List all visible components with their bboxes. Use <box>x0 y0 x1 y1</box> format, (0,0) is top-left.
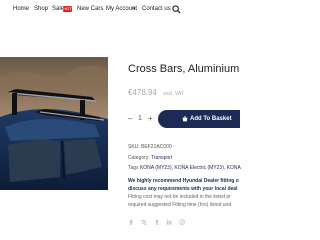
nav-home-link[interactable]: Home <box>13 6 29 12</box>
vat-note: excl. VAT <box>163 91 185 97</box>
tags-links[interactable]: KONA (MY23), KONA Electric (MY23), KONA <box>140 165 241 171</box>
pinterest-icon[interactable] <box>179 219 185 225</box>
description-line: discuss any requirements with your local… <box>128 186 238 192</box>
chevron-down-icon[interactable]: ▾ <box>133 6 136 12</box>
product-price: €478.94 <box>128 88 157 97</box>
quantity-decrease-button[interactable]: – <box>128 114 132 123</box>
linkedin-icon[interactable] <box>166 219 172 225</box>
nav-contact-link[interactable]: Contact us <box>142 6 171 12</box>
basket-icon <box>182 116 188 122</box>
tumblr-icon[interactable] <box>154 219 160 225</box>
price-row: €478.94 excl. VAT <box>128 82 184 100</box>
category-link[interactable]: Transport <box>151 155 172 161</box>
sku-value: BEF21AC000 <box>141 144 172 150</box>
search-icon[interactable] <box>172 5 181 14</box>
sale-badge: HOT <box>63 6 72 12</box>
quantity-input[interactable]: 1 <box>138 115 142 122</box>
category-label: Category: <box>128 155 150 161</box>
twitter-icon[interactable] <box>141 219 147 225</box>
top-navigation: Home Shop Sale HOT New Cars My Account ▾… <box>0 0 240 20</box>
description-line: required suggested Fitting time (hrs) li… <box>128 202 232 208</box>
tags-row: Tags KONA (MY23), KONA Electric (MY23), … <box>128 165 241 171</box>
sku-row: SKU: BEF21AC000 <box>128 144 172 150</box>
category-row: Category: Transport <box>128 155 172 161</box>
add-to-basket-label: Add To Basket <box>190 116 232 122</box>
product-image[interactable] <box>0 57 108 190</box>
add-to-basket-button[interactable]: Add To Basket <box>158 110 240 128</box>
sku-label: SKU: <box>128 144 140 150</box>
facebook-icon[interactable] <box>128 219 134 225</box>
description-line: Fitting cost may not be included in the … <box>128 194 231 200</box>
tags-label: Tags <box>128 165 139 171</box>
product-title: Cross Bars, Aluminium <box>128 63 240 75</box>
description-line: We highly recommend Hyundai Dealer fitti… <box>128 178 239 184</box>
nav-shop-link[interactable]: Shop <box>34 6 48 12</box>
nav-new-cars-link[interactable]: New Cars <box>77 6 103 12</box>
quantity-increase-button[interactable]: + <box>148 114 153 123</box>
